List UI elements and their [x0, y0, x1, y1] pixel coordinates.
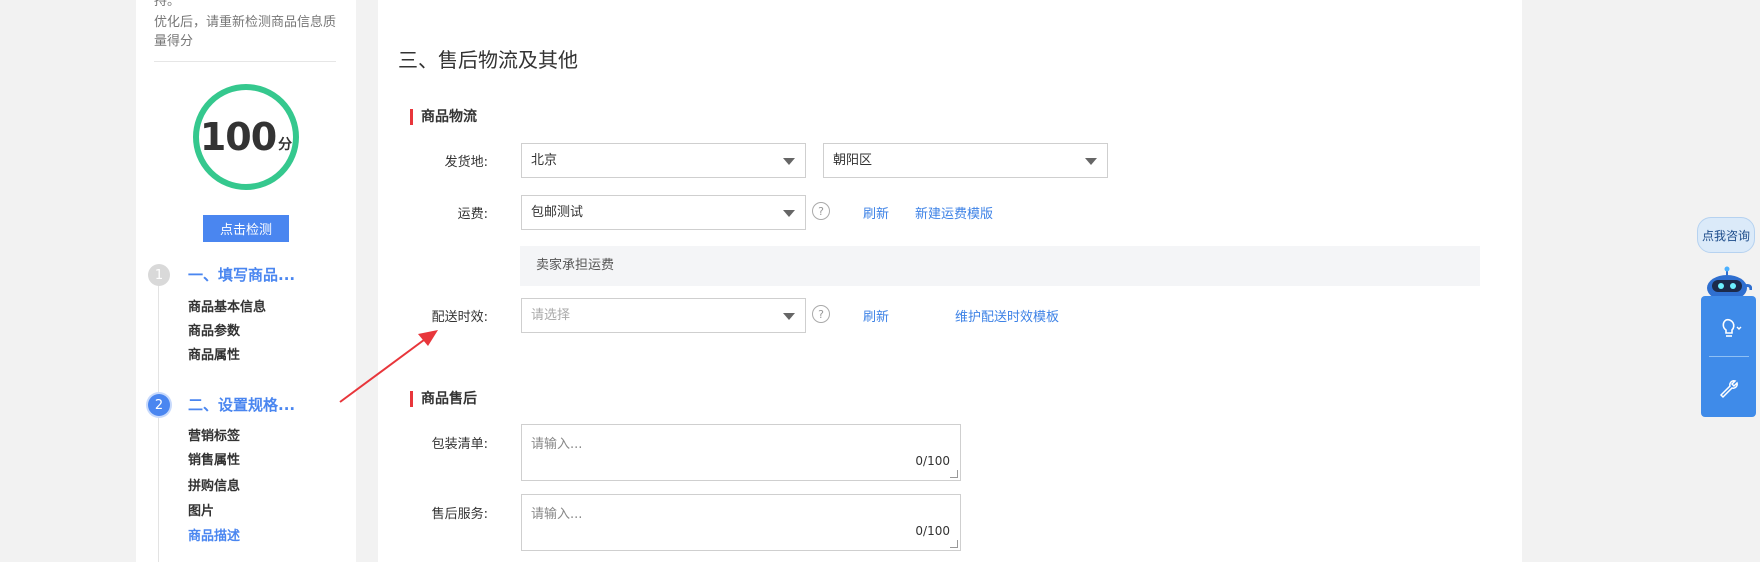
chevron-down-icon — [783, 158, 795, 165]
packing-list-placeholder: 请输入... — [531, 437, 583, 452]
lightbulb-icon[interactable] — [1715, 316, 1743, 340]
origin-province-select[interactable]: 北京 — [521, 143, 806, 178]
chevron-down-icon — [1085, 158, 1097, 165]
annotation-arrow — [339, 330, 438, 403]
packing-list-char-count: 0/100 — [915, 454, 950, 468]
freight-note: 卖家承担运费 — [520, 246, 1480, 286]
consult-button[interactable]: 点我咨询 — [1697, 217, 1755, 253]
origin-district-select[interactable]: 朝阳区 — [823, 143, 1108, 178]
quality-sidebar: 持。 优化后，请重新检测商品信息质量得分 100 分 点击检测 1 一、填写商品… — [136, 0, 356, 562]
freight-template-value: 包邮测试 — [531, 205, 584, 220]
nav-item-attributes[interactable]: 商品属性 — [188, 344, 240, 363]
step-1-title[interactable]: 一、填写商品... — [188, 264, 295, 285]
chevron-down-icon — [783, 210, 795, 217]
maintain-delivery-template-link[interactable]: 维护配送时效模板 — [955, 306, 1059, 325]
new-freight-template-link[interactable]: 新建运费模版 — [915, 203, 993, 222]
form-panel: 三、售后物流及其他 商品物流 发货地: 北京 朝阳区 运费: 包邮测试 ? 刷新… — [378, 0, 1522, 562]
packing-list-label: 包装清单: — [431, 437, 488, 452]
tip-text: 优化后，请重新检测商品信息质量得分 — [154, 15, 337, 49]
floating-tools-panel — [1701, 296, 1756, 417]
origin-label: 发货地: — [444, 155, 488, 170]
tip-text-top: 持。 — [154, 0, 181, 9]
logistics-group-title: 商品物流 — [410, 109, 477, 125]
aftersale-service-label: 售后服务: — [431, 507, 488, 522]
divider — [154, 61, 336, 62]
nav-item-images[interactable]: 图片 — [188, 500, 214, 519]
freight-label: 运费: — [457, 207, 488, 222]
quality-score-ring: 100 分 — [193, 84, 299, 190]
aftersale-service-placeholder: 请输入... — [531, 507, 583, 522]
section-title: 三、售后物流及其他 — [398, 48, 578, 72]
step-2-title[interactable]: 二、设置规格... — [188, 394, 295, 415]
delivery-refresh-link[interactable]: 刷新 — [863, 306, 889, 325]
packing-list-textarea[interactable]: 请输入... 0/100 — [521, 424, 961, 481]
score-unit: 分 — [278, 137, 293, 153]
aftersale-service-textarea[interactable]: 请输入... 0/100 — [521, 494, 961, 551]
nav-item-basic-info[interactable]: 商品基本信息 — [188, 296, 266, 315]
freight-template-select[interactable]: 包邮测试 — [521, 195, 806, 230]
delivery-time-select[interactable]: 请选择 — [521, 298, 806, 333]
step-2-badge: 2 — [148, 394, 170, 416]
check-quality-button[interactable]: 点击检测 — [203, 215, 289, 242]
nav-item-group-buy[interactable]: 拼购信息 — [188, 475, 240, 494]
chevron-down-icon — [783, 313, 795, 320]
help-icon[interactable]: ? — [812, 202, 830, 220]
delivery-time-placeholder: 请选择 — [531, 308, 571, 323]
origin-province-value: 北京 — [531, 153, 558, 168]
step-timeline — [158, 270, 159, 562]
nav-item-description[interactable]: 商品描述 — [188, 525, 240, 544]
freight-refresh-link[interactable]: 刷新 — [863, 203, 889, 222]
aftersale-service-char-count: 0/100 — [915, 524, 950, 538]
wrench-icon[interactable] — [1715, 376, 1743, 400]
nav-item-params[interactable]: 商品参数 — [188, 320, 240, 339]
divider — [1709, 356, 1749, 357]
origin-district-value: 朝阳区 — [833, 153, 873, 168]
step-1-badge: 1 — [148, 264, 170, 286]
resize-handle-icon[interactable] — [950, 470, 958, 478]
nav-item-marketing-tag[interactable]: 营销标签 — [188, 425, 240, 444]
nav-item-sales-attributes[interactable]: 销售属性 — [188, 449, 240, 468]
resize-handle-icon[interactable] — [950, 540, 958, 548]
help-icon[interactable]: ? — [812, 305, 830, 323]
score-value: 100 — [199, 115, 277, 159]
